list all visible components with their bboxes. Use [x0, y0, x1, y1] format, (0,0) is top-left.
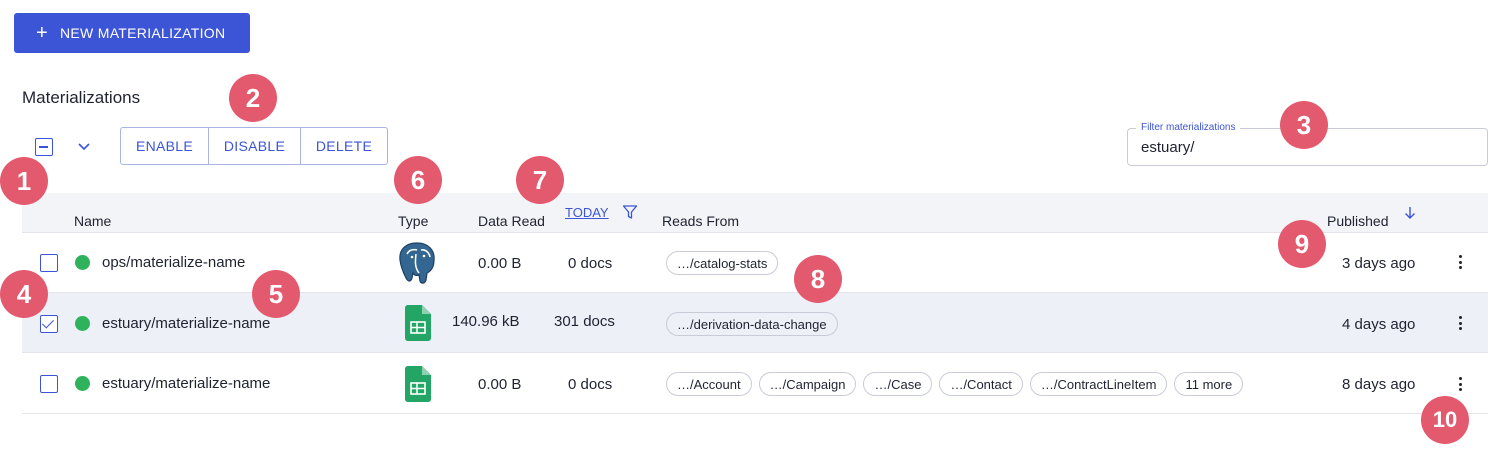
materialization-name[interactable]: estuary/materialize-name	[102, 315, 270, 332]
table-row[interactable]: estuary/materialize-name 140.96 kB 301 d…	[22, 293, 1488, 353]
annotation-badge: 8	[794, 255, 842, 303]
google-sheets-icon	[405, 305, 431, 341]
delete-button[interactable]: DELETE	[301, 128, 387, 164]
reads-from-chip: …/Campaign	[758, 372, 857, 396]
annotation-badge: 9	[1278, 220, 1326, 268]
annotation-badge: 3	[1280, 101, 1328, 149]
table-row[interactable]: ops/materialize-name 0.00 B 0 docs …/cat…	[22, 233, 1488, 293]
materialization-name[interactable]: estuary/materialize-name	[102, 375, 270, 392]
data-read-docs: 0 docs	[568, 376, 613, 393]
row-checkbox[interactable]	[40, 315, 58, 333]
column-name[interactable]: Name	[74, 213, 111, 229]
published-date: 4 days ago	[1342, 316, 1416, 333]
plus-icon: +	[36, 22, 48, 44]
section-title: Materializations	[22, 88, 141, 107]
column-type: Type	[398, 213, 429, 229]
new-materialization-button[interactable]: + NEW MATERIALIZATION	[14, 13, 250, 53]
published-date: 8 days ago	[1342, 376, 1416, 393]
filter-label: Filter materializations	[1136, 122, 1241, 133]
select-all-checkbox[interactable]	[35, 138, 53, 156]
annotation-badge: 10	[1421, 396, 1469, 444]
annotation-badge: 1	[0, 157, 48, 205]
status-indicator	[75, 316, 90, 331]
reads-from-chip: …/ContractLineItem	[1029, 372, 1168, 396]
reads-from-chip: …/Account	[666, 372, 752, 396]
bulk-actions-group: ENABLE DISABLE DELETE	[120, 127, 388, 165]
column-reads-from: Reads From	[662, 213, 740, 229]
data-read-bytes: 140.96 kB	[452, 313, 520, 330]
sort-descending-icon[interactable]	[1403, 205, 1417, 221]
reads-from-chip: …/Case	[863, 372, 933, 396]
status-indicator	[75, 255, 90, 270]
annotation-badge: 6	[394, 156, 442, 204]
annotation-badge: 2	[229, 74, 277, 122]
annotation-badge: 5	[252, 270, 300, 318]
data-read-docs: 0 docs	[568, 255, 613, 272]
published-date: 3 days ago	[1342, 255, 1416, 272]
column-data-read: Data Read	[478, 213, 545, 229]
more-options-icon[interactable]	[1452, 253, 1468, 271]
reads-from-chip: …/catalog-stats	[666, 251, 779, 275]
table-header: Name Type Data Read TODAY Reads From Pub…	[22, 193, 1488, 233]
reads-from-chip: …/Contact	[939, 372, 1023, 396]
row-checkbox[interactable]	[40, 254, 58, 272]
new-materialization-label: NEW MATERIALIZATION	[59, 25, 226, 41]
more-options-icon[interactable]	[1452, 314, 1468, 332]
data-read-bytes: 0.00 B	[478, 376, 522, 393]
column-published[interactable]: Published	[1327, 213, 1389, 229]
data-read-docs: 301 docs	[554, 313, 615, 330]
google-sheets-icon	[405, 366, 431, 402]
table-row[interactable]: estuary/materialize-name 0.00 B 0 docs ……	[22, 354, 1488, 414]
data-read-bytes: 0.00 B	[478, 255, 522, 272]
annotation-badge: 7	[516, 156, 564, 204]
today-filter-link[interactable]: TODAY	[565, 205, 609, 220]
filter-icon[interactable]	[622, 204, 638, 220]
row-checkbox[interactable]	[40, 375, 58, 393]
reads-from-chip: …/derivation-data-change	[666, 312, 838, 336]
status-indicator	[75, 376, 90, 391]
disable-button[interactable]: DISABLE	[209, 128, 301, 164]
postgres-icon	[399, 242, 435, 284]
more-collections-chip[interactable]: 11 more	[1174, 372, 1244, 396]
materialization-name[interactable]: ops/materialize-name	[102, 254, 245, 271]
more-options-icon[interactable]	[1452, 375, 1468, 393]
annotation-badge: 4	[0, 270, 48, 318]
enable-button[interactable]: ENABLE	[121, 128, 209, 164]
chevron-down-icon[interactable]	[76, 138, 92, 154]
